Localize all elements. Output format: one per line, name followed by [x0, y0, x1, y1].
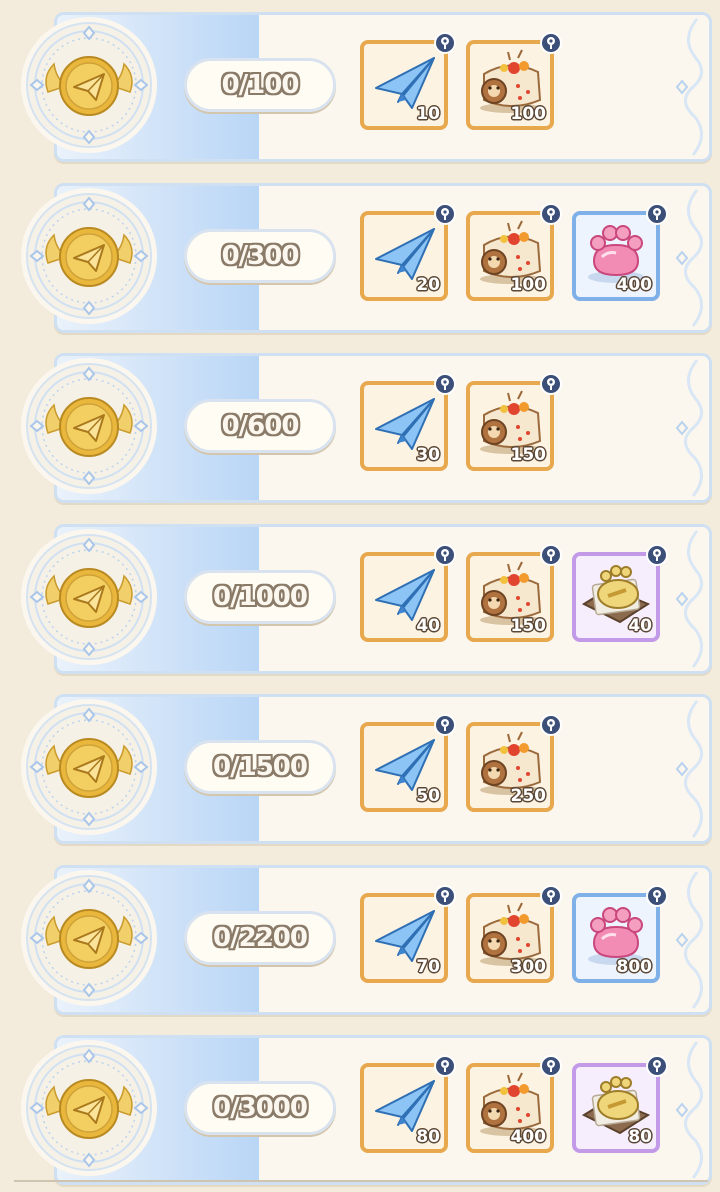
- info-icon[interactable]: [646, 1055, 668, 1077]
- paper-plane-reward[interactable]: 30: [360, 373, 456, 471]
- info-icon[interactable]: [646, 884, 668, 907]
- progress-pill: 0/100: [184, 58, 336, 112]
- card-decoration: [669, 356, 709, 500]
- pink-paw-jelly-reward[interactable]: 800: [572, 884, 668, 983]
- roll-cake-reward[interactable]: 300: [466, 884, 562, 983]
- gold-paper-plane-medal-icon: [18, 696, 160, 838]
- progress-pill: 0/600: [184, 399, 336, 453]
- card-decoration: [669, 186, 709, 330]
- roll-cake-reward[interactable]: 100: [466, 32, 562, 130]
- reward-quantity: 50: [416, 786, 440, 806]
- info-icon[interactable]: [434, 373, 456, 395]
- card-decoration: [669, 15, 709, 159]
- progress-count: 0/300: [221, 240, 300, 271]
- card-decoration: [669, 527, 709, 671]
- progress-pill: 0/3000: [184, 1081, 336, 1135]
- info-icon[interactable]: [434, 32, 456, 54]
- reward-quantity: 250: [510, 786, 547, 806]
- progress-count: 0/100: [221, 70, 300, 100]
- paper-plane-reward[interactable]: 70: [360, 884, 456, 983]
- info-icon[interactable]: [540, 373, 562, 395]
- paper-plane-reward[interactable]: 50: [360, 714, 456, 812]
- info-icon[interactable]: [434, 714, 456, 736]
- info-icon[interactable]: [646, 543, 668, 566]
- reward-quantity: 400: [616, 274, 653, 295]
- reward-quantity: 80: [628, 1127, 652, 1147]
- reward-row: 0/100 10 100: [14, 12, 712, 162]
- reward-row: 0/1500 50 250: [14, 694, 712, 844]
- roll-cake-reward[interactable]: 100: [466, 202, 562, 301]
- paper-plane-reward[interactable]: 40: [360, 543, 456, 642]
- progress-count: 0/2200: [213, 922, 308, 953]
- reward-quantity: 300: [510, 956, 547, 977]
- info-icon[interactable]: [540, 884, 562, 907]
- info-icon[interactable]: [540, 202, 562, 225]
- reward-quantity: 40: [628, 615, 652, 636]
- list-bottom-divider: [14, 1180, 708, 1182]
- paw-cookie-reward[interactable]: 40: [572, 543, 668, 642]
- info-icon[interactable]: [434, 543, 456, 566]
- progress-count: 0/1000: [213, 581, 308, 612]
- progress-count: 0/3000: [213, 1093, 308, 1123]
- gold-paper-plane-medal-icon: [18, 14, 160, 156]
- gold-paper-plane-medal-icon: [18, 867, 160, 1009]
- reward-quantity: 150: [510, 615, 547, 636]
- card-decoration: [669, 868, 709, 1012]
- paper-plane-reward[interactable]: 10: [360, 32, 456, 130]
- pink-paw-jelly-reward[interactable]: 400: [572, 202, 668, 301]
- reward-quantity: 800: [616, 956, 653, 977]
- card-decoration: [669, 697, 709, 841]
- info-icon[interactable]: [540, 714, 562, 736]
- reward-row: 0/600 30 150: [14, 353, 712, 503]
- reward-quantity: 20: [416, 274, 440, 295]
- info-icon[interactable]: [540, 543, 562, 566]
- reward-quantity: 40: [416, 615, 440, 636]
- reward-quantity: 400: [510, 1127, 547, 1147]
- gold-paper-plane-medal-icon: [18, 1037, 160, 1179]
- paw-cookie-reward[interactable]: 80: [572, 1055, 668, 1153]
- reward-row: 0/300 20 100 400: [14, 182, 712, 333]
- progress-count: 0/600: [221, 411, 300, 441]
- roll-cake-reward[interactable]: 150: [466, 373, 562, 471]
- reward-quantity: 100: [510, 104, 547, 124]
- mission-reward-list: 0/100 10 100 0/300 20 100 400 0/600 30 1…: [0, 0, 720, 1192]
- info-icon[interactable]: [434, 202, 456, 225]
- progress-count: 0/1500: [213, 752, 308, 782]
- reward-row: 0/3000 80 400 80: [14, 1035, 712, 1185]
- roll-cake-reward[interactable]: 400: [466, 1055, 562, 1153]
- progress-pill: 0/300: [184, 228, 336, 283]
- reward-quantity: 70: [416, 956, 440, 977]
- progress-pill: 0/1000: [184, 569, 336, 624]
- gold-paper-plane-medal-icon: [18, 526, 160, 668]
- reward-quantity: 30: [416, 445, 440, 465]
- reward-quantity: 100: [510, 274, 547, 295]
- paper-plane-reward[interactable]: 80: [360, 1055, 456, 1153]
- info-icon[interactable]: [434, 1055, 456, 1077]
- reward-quantity: 150: [510, 445, 547, 465]
- roll-cake-reward[interactable]: 150: [466, 543, 562, 642]
- info-icon[interactable]: [646, 202, 668, 225]
- progress-pill: 0/2200: [184, 910, 336, 965]
- info-icon[interactable]: [540, 1055, 562, 1077]
- roll-cake-reward[interactable]: 250: [466, 714, 562, 812]
- info-icon[interactable]: [540, 32, 562, 54]
- reward-quantity: 10: [416, 104, 440, 124]
- progress-pill: 0/1500: [184, 740, 336, 794]
- gold-paper-plane-medal-icon: [18, 355, 160, 497]
- reward-quantity: 80: [416, 1127, 440, 1147]
- paper-plane-reward[interactable]: 20: [360, 202, 456, 301]
- reward-row: 0/1000 40 150 40: [14, 523, 712, 674]
- gold-paper-plane-medal-icon: [18, 185, 160, 327]
- reward-row: 0/2200 70 300 800: [14, 864, 712, 1015]
- info-icon[interactable]: [434, 884, 456, 907]
- card-decoration: [669, 1038, 709, 1182]
